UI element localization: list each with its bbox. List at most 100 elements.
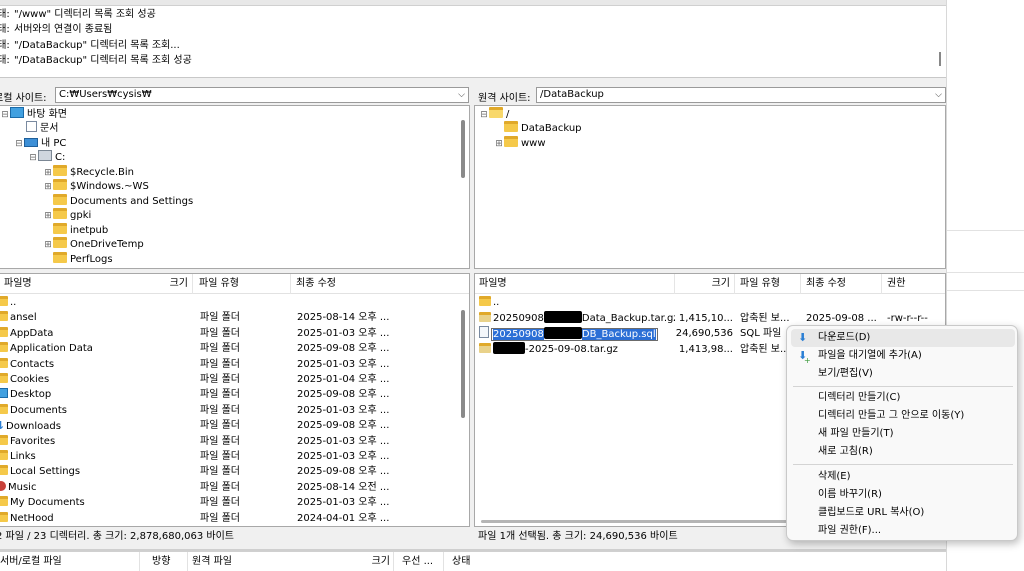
tree-item-gpki[interactable]: ⊞ gpki [43, 208, 91, 223]
file-row-my-documents[interactable]: My Documents 파일 폴더 2025-01-03 오후 ... [0, 495, 469, 510]
file-row-contacts[interactable]: Contacts 파일 폴더 2025-01-03 오후 ... [0, 357, 469, 372]
local-directory-tree[interactable]: ⊟ 바탕 화면 문서 ⊟ 내 PC ⊟ C: ⊞ $Recycle.Bin ⊞ $Wind… [0, 105, 470, 269]
remote-path-value: /DataBackup [540, 89, 604, 100]
file-name-cell: -2025-09-08.tar.gz [479, 341, 675, 357]
tree-item-label: / [506, 109, 510, 120]
file-row-favorites[interactable]: Favorites 파일 폴더 2025-01-03 오후 ... [0, 434, 469, 449]
file-size: 1,413,98... [678, 343, 733, 355]
column-header-size[interactable]: 크기 [675, 274, 735, 294]
local-list-scrollbar[interactable] [461, 310, 465, 418]
queue-column-label: 상태 [452, 556, 471, 567]
tree-item-my-pc[interactable]: ⊟ 내 PC [14, 136, 66, 151]
file-modified: 2024-04-01 오후 ... [297, 512, 389, 524]
queue-column-direction[interactable]: 방향 [148, 552, 188, 571]
menu-item-add-to-queue[interactable]: ⬇ + 파일을 대기열에 추가(A) [791, 347, 1015, 365]
remote-directory-tree[interactable]: ⊟ / DataBackup ⊞ www [474, 105, 946, 269]
queue-column-label: 우선 ... [402, 556, 434, 567]
file-name-cell: Favorites [0, 434, 186, 449]
local-path-combobox[interactable]: C:₩Users₩cysis₩ ⌵ [55, 87, 469, 103]
local-file-list[interactable]: 파일명 ^ 크기 파일 유형 최종 수정 .. ansel 파일 폴더 2025-08… [0, 273, 470, 527]
sort-caret-icon: ^ [571, 273, 578, 279]
file-row-downloads[interactable]: ↓Downloads 파일 폴더 2025-09-08 오후 ... [0, 418, 469, 433]
file-name-cell: Cookies [0, 372, 186, 387]
folder-icon [0, 434, 8, 445]
file-row-ansel[interactable]: ansel 파일 폴더 2025-08-14 오후 ... [0, 310, 469, 325]
menu-item-copy-url[interactable]: 클립보드로 URL 복사(O) [791, 504, 1015, 522]
menu-item-label: 클립보드로 URL 복사(O) [818, 507, 925, 518]
file-row-nethood[interactable]: NetHood 파일 폴더 2024-04-01 오후 ... [0, 511, 469, 526]
log-entry: 상태: 서버와의 연결이 종료됨 [0, 22, 112, 37]
queue-column-status[interactable]: 상태 [448, 552, 508, 571]
file-row-appdata[interactable]: AppData 파일 폴더 2025-01-03 오후 ... [0, 326, 469, 341]
queue-column-size[interactable]: 크기 [350, 552, 394, 571]
file-name-cell: Links [0, 449, 186, 464]
log-scrollbar[interactable] [936, 8, 944, 74]
file-type: 파일 폴더 [200, 327, 240, 339]
tree-item-documents[interactable]: 문서 [16, 121, 58, 136]
remote-file-row[interactable]: 20250908 Data_Backup.tar.gz 1,415,10... 압축된… [475, 310, 945, 326]
file-name-suffix: DB_Backup.sql [581, 329, 656, 341]
tree-item-databackup[interactable]: DataBackup [494, 121, 582, 136]
menu-item-create-file[interactable]: 새 파일 만들기(T) [791, 425, 1015, 443]
file-name: Documents [10, 404, 68, 416]
tree-item-perflogs[interactable]: PerfLogs [43, 252, 113, 267]
file-permissions: -rw-r--r-- [887, 312, 928, 324]
chevron-down-icon[interactable]: ⌵ [458, 88, 465, 102]
column-header-size[interactable]: 크기 [140, 274, 193, 294]
menu-item-delete[interactable]: 삭제(E) [791, 468, 1015, 486]
document-icon [26, 121, 37, 132]
tree-item-www[interactable]: ⊞ www [494, 136, 546, 151]
menu-item-rename[interactable]: 이름 바꾸기(R) [791, 486, 1015, 504]
file-row-cookies[interactable]: Cookies 파일 폴더 2025-01-04 오후 ... [0, 372, 469, 387]
tree-item-root[interactable]: ⊟ / [479, 107, 509, 122]
file-row-application-data[interactable]: Application Data 파일 폴더 2025-09-08 오후 ... [0, 341, 469, 356]
tree-item-c-drive[interactable]: ⊟ C: [28, 150, 65, 165]
chevron-down-icon[interactable]: ⌵ [935, 88, 942, 102]
file-modified: 2025-09-08 ... [806, 312, 877, 324]
menu-item-view-edit[interactable]: 보기/편집(V) [791, 365, 1015, 383]
column-header-type[interactable]: 파일 유형 [736, 274, 801, 294]
file-name-cell: ansel [0, 310, 186, 325]
tree-item-desktop[interactable]: ⊟ 바탕 화면 [0, 107, 67, 122]
file-name-suffix: -2025-09-08.tar.gz [525, 343, 618, 355]
file-modified: 2025-01-03 오후 ... [297, 358, 389, 370]
tree-item-label: $Recycle.Bin [70, 167, 135, 178]
menu-item-refresh[interactable]: 새로 고침(R) [791, 443, 1015, 461]
menu-item-download[interactable]: ⬇ 다운로드(D) [791, 329, 1015, 347]
column-header-type[interactable]: 파일 유형 [195, 274, 291, 294]
menu-item-file-permissions[interactable]: 파일 권한(F)... [791, 522, 1015, 540]
file-row-desktop[interactable]: Desktop 파일 폴더 2025-09-08 오후 ... [0, 387, 469, 402]
file-row-music[interactable]: Music 파일 폴더 2025-08-14 오전 ... [0, 480, 469, 495]
tree-item-label: inetpub [70, 225, 109, 236]
file-icon [479, 326, 489, 339]
tree-item-documents-and-settings[interactable]: Documents and Settings [43, 194, 193, 209]
tree-item-onedrivetemp[interactable]: ⊞ OneDriveTemp [43, 237, 144, 252]
file-type: 파일 폴더 [200, 512, 240, 524]
remote-file-row[interactable]: .. [475, 295, 945, 310]
folder-icon [504, 121, 518, 132]
column-header-modified[interactable]: 최종 수정 [802, 274, 882, 294]
menu-item-create-and-enter-directory[interactable]: 디렉터리 만들고 그 안으로 이동(Y) [791, 407, 1015, 425]
tree-item-windows-ws[interactable]: ⊞ $Windows.~WS [43, 179, 149, 194]
local-tree-scrollbar[interactable] [461, 120, 465, 178]
file-row-documents[interactable]: Documents 파일 폴더 2025-01-03 오후 ... [0, 403, 469, 418]
file-name: Music [8, 481, 37, 493]
queue-column-local-file[interactable]: 서버/로컬 파일 [0, 552, 140, 571]
column-header-modified[interactable]: 최종 수정 [292, 274, 392, 294]
tree-item-inetpub[interactable]: inetpub [43, 223, 108, 238]
column-header-permissions[interactable]: 권한 [883, 274, 945, 294]
remote-path-combobox[interactable]: /DataBackup ⌵ [536, 87, 946, 103]
file-modified: 2025-01-03 오후 ... [297, 497, 389, 509]
menu-item-create-directory[interactable]: 디렉터리 만들기(C) [791, 389, 1015, 407]
file-row-links[interactable]: Links 파일 폴더 2025-01-03 오후 ... [0, 449, 469, 464]
download-arrow-icon: ⬇ [798, 331, 808, 344]
file-row-parent[interactable]: .. [0, 295, 469, 310]
desktop-icon [10, 107, 24, 118]
file-name: NetHood [10, 512, 54, 524]
log-scrollbar-thumb[interactable] [939, 52, 941, 66]
tree-item-recycle-bin[interactable]: ⊞ $Recycle.Bin [43, 165, 134, 180]
queue-column-priority[interactable]: 우선 ... [398, 552, 444, 571]
file-name-cell: .. [0, 295, 186, 310]
file-modified: 2025-01-04 오후 ... [297, 374, 389, 385]
file-row-local-settings[interactable]: Local Settings 파일 폴더 2025-09-08 오후 ... [0, 464, 469, 479]
